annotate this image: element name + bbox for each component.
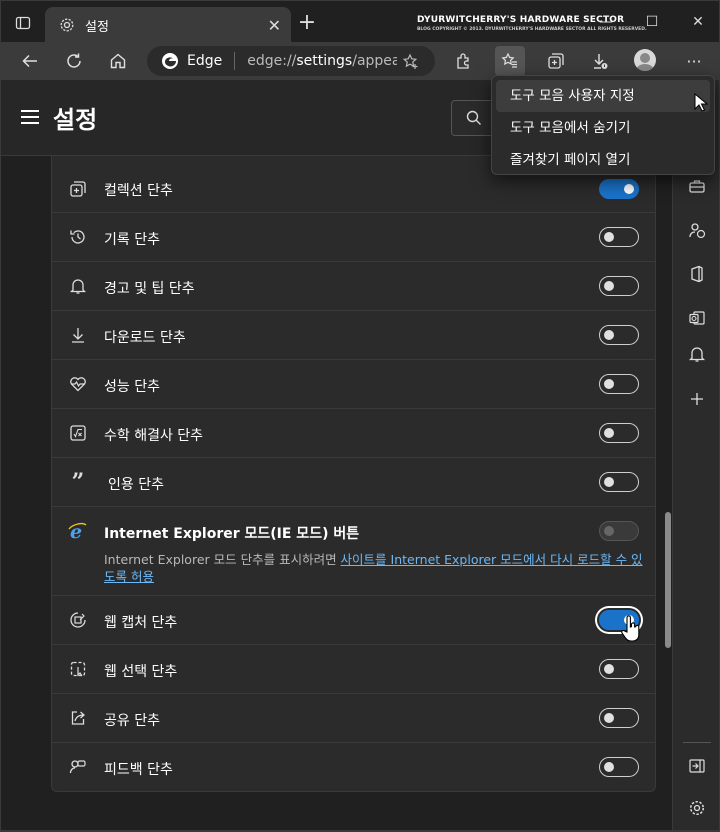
edge-label: Edge xyxy=(187,53,223,69)
hand-cursor-icon xyxy=(621,615,640,642)
math-solver-toggle[interactable] xyxy=(599,423,639,443)
row-label: 수학 해결사 단추 xyxy=(104,428,204,444)
tools-icon[interactable] xyxy=(685,174,709,198)
ie-mode-description: Internet Explorer 모드 단추를 표시하려면 사이트를 Inte… xyxy=(104,552,643,584)
list-item-feedback: 피드백 단추 xyxy=(52,743,655,792)
right-sidebar xyxy=(672,80,720,832)
share-toggle[interactable] xyxy=(599,708,639,728)
notification-bell-icon[interactable] xyxy=(685,342,709,366)
list-item-ie-mode: e Internet Explorer 모드(IE 모드) 버튼 Interne… xyxy=(52,507,655,596)
menu-item-customize-toolbar[interactable]: 도구 모음 사용자 지정 xyxy=(496,80,710,112)
sidebar-divider xyxy=(683,742,711,743)
menu-item-open-favorites-page[interactable]: 즐겨찾기 페이지 열기 xyxy=(496,144,710,176)
collections-icon xyxy=(68,179,88,199)
hamburger-menu-icon[interactable] xyxy=(21,110,39,128)
avatar[interactable] xyxy=(634,49,656,71)
row-label: 웹 캡처 단추 xyxy=(104,615,178,631)
banner-subtitle: BLOG COPYRIGHT © 2013. DYURWITCHERRY'S H… xyxy=(417,27,647,32)
page-title: 설정 xyxy=(53,106,98,134)
sidebar-settings-gear-icon[interactable] xyxy=(685,796,709,820)
address-separator xyxy=(234,52,236,70)
banner-title: DYURWITCHERRY'S HARDWARE SECTOR xyxy=(417,15,625,25)
outlook-icon[interactable] xyxy=(685,306,709,330)
title-bar: 설정 ✕ + DYURWITCHERRY'S HARDWARE SECTOR B… xyxy=(0,0,720,43)
ie-icon: e xyxy=(68,521,88,541)
alerts-toggle[interactable] xyxy=(599,276,639,296)
web-select-toggle[interactable] xyxy=(599,659,639,679)
web-capture-icon xyxy=(68,610,88,630)
performance-icon xyxy=(68,374,88,394)
arrow-cursor-icon xyxy=(694,93,708,112)
list-item-history: 기록 단추 xyxy=(52,213,655,262)
list-item-web-capture: 웹 캡처 단추 xyxy=(52,596,655,645)
minimize-button[interactable]: — xyxy=(583,9,629,37)
quote-icon: ” xyxy=(71,469,85,495)
favorites-context-menu: 도구 모음 사용자 지정 도구 모음에서 숨기기 즐겨찾기 페이지 열기 xyxy=(491,75,715,175)
favorites-icon[interactable] xyxy=(495,46,525,76)
row-label: 인용 단추 xyxy=(108,477,164,493)
search-icon xyxy=(466,110,481,125)
citations-toggle[interactable] xyxy=(599,472,639,492)
list-item-downloads: 다운로드 단추 xyxy=(52,311,655,360)
toolbar-buttons-panel: 컬렉션 단추 기록 단추 경고 및 팁 단추 다운로드 단추 성능 단추 수학 … xyxy=(51,156,656,792)
menu-item-hide-from-toolbar[interactable]: 도구 모음에서 숨기기 xyxy=(496,112,710,144)
hide-sidebar-icon[interactable] xyxy=(685,754,709,778)
tab-close-button[interactable]: ✕ xyxy=(268,16,281,35)
maximize-button[interactable]: ☐ xyxy=(629,9,675,37)
row-label: 다운로드 단추 xyxy=(104,330,186,346)
row-label: 경고 및 팁 단추 xyxy=(104,281,195,297)
download-icon xyxy=(68,325,88,345)
row-label: 피드백 단추 xyxy=(104,762,173,778)
tab-settings[interactable]: 설정 ✕ xyxy=(45,7,291,43)
back-icon[interactable] xyxy=(15,46,45,76)
web-select-icon xyxy=(68,659,88,679)
feedback-icon xyxy=(68,757,88,777)
math-solver-icon xyxy=(68,423,88,443)
tab-actions-icon[interactable] xyxy=(9,10,37,36)
gear-icon xyxy=(60,18,74,32)
games-icon[interactable] xyxy=(685,218,709,242)
list-item-math-solver: 수학 해결사 단추 xyxy=(52,409,655,458)
history-icon xyxy=(68,227,88,247)
downloads-toggle[interactable] xyxy=(599,325,639,345)
tab-title: 설정 xyxy=(85,19,109,35)
watermark-banner: DYURWITCHERRY'S HARDWARE SECTOR BLOG COP… xyxy=(417,15,647,32)
address-bar[interactable]: Edge edge://settings/appea... xyxy=(147,46,435,76)
edge-logo-icon xyxy=(162,53,178,69)
row-label: 웹 선택 단추 xyxy=(104,664,178,680)
row-label: 성능 단추 xyxy=(104,379,160,395)
row-label: 컬렉션 단추 xyxy=(104,183,173,199)
list-item-alerts: 경고 및 팁 단추 xyxy=(52,262,655,311)
bell-icon xyxy=(68,276,88,296)
share-icon xyxy=(68,708,88,728)
more-menu-button[interactable]: ··· xyxy=(679,46,709,76)
collections-toggle[interactable] xyxy=(599,179,639,199)
new-tab-button[interactable]: + xyxy=(293,11,321,37)
close-window-button[interactable]: ✕ xyxy=(675,9,720,37)
history-toggle[interactable] xyxy=(599,227,639,247)
list-item-share: 공유 단추 xyxy=(52,694,655,743)
scrollbar[interactable] xyxy=(665,512,671,648)
office-icon[interactable] xyxy=(685,262,709,286)
ie-mode-toggle xyxy=(599,521,639,541)
row-label: 공유 단추 xyxy=(104,713,160,729)
performance-toggle[interactable] xyxy=(599,374,639,394)
list-item-citations: ” 인용 단추 xyxy=(52,458,655,507)
home-icon[interactable] xyxy=(103,46,133,76)
refresh-icon[interactable] xyxy=(59,46,89,76)
row-label: Internet Explorer 모드(IE 모드) 버튼 xyxy=(104,526,360,542)
list-item-web-select: 웹 선택 단추 xyxy=(52,645,655,694)
add-icon[interactable] xyxy=(685,387,709,411)
downloads-icon[interactable] xyxy=(585,46,615,76)
url-text[interactable]: edge://settings/appea... xyxy=(247,53,397,69)
collections-toolbar-icon[interactable] xyxy=(541,46,571,76)
settings-content: 컬렉션 단추 기록 단추 경고 및 팁 단추 다운로드 단추 성능 단추 수학 … xyxy=(0,156,672,832)
add-favorite-icon[interactable] xyxy=(399,50,423,74)
extensions-icon[interactable] xyxy=(449,46,479,76)
row-label: 기록 단추 xyxy=(104,232,160,248)
list-item-performance: 성능 단추 xyxy=(52,360,655,409)
feedback-toggle[interactable] xyxy=(599,757,639,777)
